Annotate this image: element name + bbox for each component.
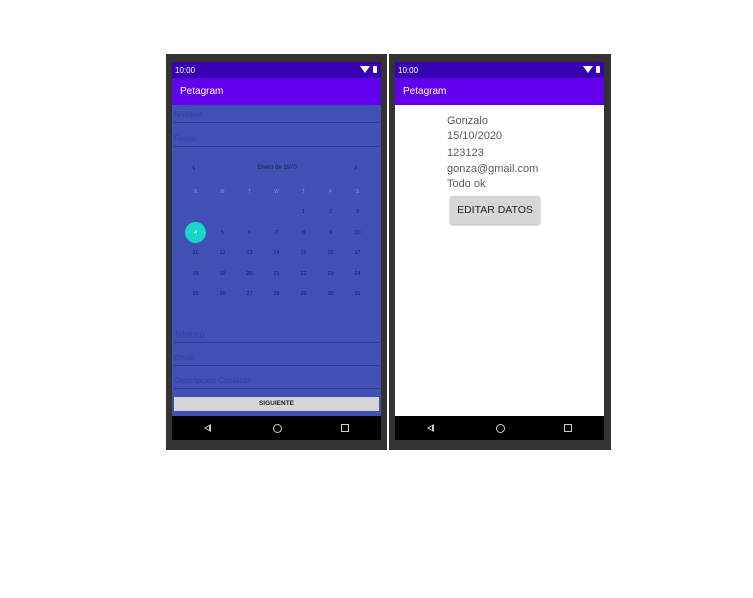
status-time: 10:00	[175, 66, 196, 75]
status-bar: 10:00	[172, 62, 381, 78]
calendar-day[interactable]: 5	[209, 223, 236, 243]
calendar-day[interactable]: 30	[317, 284, 344, 304]
calendar-day[interactable]: 20	[236, 264, 263, 284]
calendar-day[interactable]: 15	[290, 243, 317, 263]
nav-bar	[395, 416, 604, 440]
detail-description: Todo ok	[447, 178, 486, 190]
home-button[interactable]	[485, 416, 515, 440]
weekday-label: W	[274, 189, 279, 195]
weekday-label: T	[301, 189, 306, 195]
calendar-day[interactable]: 31	[344, 284, 371, 304]
calendar-day[interactable]: 19	[209, 264, 236, 284]
calendar-day[interactable]: 10	[344, 223, 371, 243]
prev-month-icon[interactable]: ‹	[192, 162, 195, 174]
calendar-day-number: 4	[193, 229, 198, 236]
status-time: 10:00	[398, 66, 419, 75]
calendar-day[interactable]: 24	[344, 264, 371, 284]
detail-date: 15/10/2020	[447, 130, 503, 142]
weekday-label: S	[355, 189, 360, 195]
calendar-day[interactable]: 1	[290, 202, 317, 222]
descripcion-field[interactable]: Descripcion Contacto	[174, 374, 379, 389]
email-placeholder: Email	[174, 353, 195, 362]
wifi-icon	[360, 66, 370, 73]
battery-icon	[596, 66, 600, 73]
recents-button[interactable]	[330, 416, 360, 440]
detail-phone: 123123	[447, 147, 484, 159]
calendar-day[interactable]: 2	[317, 202, 344, 222]
nombre-field[interactable]: Nombre	[174, 108, 379, 123]
detail-email: gonza@gmail.com	[447, 163, 539, 175]
calendar-week-row: 123	[182, 202, 376, 223]
calendar-day[interactable]: 23	[317, 264, 344, 284]
calendar-day-selected[interactable]: 4	[182, 221, 209, 243]
calendar-day[interactable]: 8	[290, 223, 317, 243]
recents-button[interactable]	[553, 416, 583, 440]
next-month-icon[interactable]: ›	[354, 162, 357, 174]
home-button[interactable]	[262, 416, 292, 440]
phone-frame-form: 10:00 Petagram Nombre Fecha ‹ Enero de 1…	[166, 54, 387, 450]
calendar-day[interactable]: 12	[209, 243, 236, 263]
email-field[interactable]: Email	[174, 351, 379, 366]
app-title: Petagram	[403, 86, 447, 97]
calendar-week-row: 18 19 20 21 22 23 24	[182, 264, 376, 285]
status-bar: 10:00	[395, 62, 604, 78]
detail-name: Gonzalo	[447, 115, 488, 127]
calendar-day[interactable]: 29	[290, 284, 317, 304]
form-screen: 10:00 Petagram Nombre Fecha ‹ Enero de 1…	[172, 62, 381, 440]
calendar-day[interactable]: 16	[317, 243, 344, 263]
phone-frame-details: 10:00 Petagram Gonzalo 15/10/2020 123123…	[389, 54, 611, 450]
details-screen: 10:00 Petagram Gonzalo 15/10/2020 123123…	[395, 62, 604, 440]
siguiente-button[interactable]: SIGUIENTE	[174, 397, 379, 411]
descripcion-placeholder: Descripcion Contacto	[174, 376, 251, 385]
wifi-icon	[583, 66, 593, 73]
app-bar: Petagram	[172, 78, 381, 105]
nav-bar	[172, 416, 381, 440]
weekday-label: F	[328, 189, 333, 195]
calendar-day[interactable]: 13	[236, 243, 263, 263]
battery-icon	[373, 66, 377, 73]
calendar-day[interactable]: 6	[236, 223, 263, 243]
calendar-day[interactable]: 7	[263, 223, 290, 243]
back-button[interactable]	[192, 416, 222, 440]
weekday-label: S	[193, 189, 198, 195]
editar-datos-button[interactable]: EDITAR DATOS	[450, 196, 540, 224]
calendar-month-title: Enero de 1970	[257, 165, 297, 171]
calendar-day[interactable]: 21	[263, 264, 290, 284]
recents-icon	[341, 424, 349, 432]
nombre-placeholder: Nombre	[174, 110, 203, 119]
calendar-day[interactable]: 26	[209, 284, 236, 304]
calendar-day[interactable]: 14	[263, 243, 290, 263]
back-button[interactable]	[415, 416, 445, 440]
calendar-week-row: 4 5 6 7 8 9 10	[182, 221, 376, 244]
weekday-label: M	[220, 189, 225, 195]
calendar-day[interactable]: 22	[290, 264, 317, 284]
home-icon	[495, 423, 505, 433]
calendar-header: ‹ Enero de 1970 ›	[172, 162, 381, 176]
calendar-week-row: 11 12 13 14 15 16 17	[182, 243, 376, 264]
calendar-weekday-row: SMTWTFS	[182, 185, 376, 202]
telefono-field[interactable]: Telefono	[174, 328, 379, 343]
back-icon	[203, 424, 211, 432]
calendar-day[interactable]: 3	[344, 202, 371, 222]
weekday-label: T	[247, 189, 252, 195]
calendar-day[interactable]: 18	[182, 264, 209, 284]
calendar-day[interactable]: 9	[317, 223, 344, 243]
fecha-field[interactable]: Fecha	[174, 132, 379, 147]
home-icon	[272, 423, 282, 433]
telefono-placeholder: Telefono	[174, 330, 205, 339]
calendar-day[interactable]: 11	[182, 243, 209, 263]
calendar-day[interactable]: 25	[182, 284, 209, 304]
app-bar: Petagram	[395, 78, 604, 105]
app-title: Petagram	[180, 86, 224, 97]
back-icon	[426, 424, 434, 432]
calendar-day[interactable]: 28	[263, 284, 290, 304]
calendar-day[interactable]: 27	[236, 284, 263, 304]
recents-icon	[564, 424, 572, 432]
calendar-day[interactable]: 17	[344, 243, 371, 263]
calendar-week-row: 25 26 27 28 29 30 31	[182, 284, 376, 305]
fecha-placeholder: Fecha	[174, 134, 197, 143]
calendar-grid: S M T W T F S 1 2 3 4 5 6 7 8 9 10 11 12 13 14 15 16 17 18 19 20 21…	[182, 185, 376, 305]
